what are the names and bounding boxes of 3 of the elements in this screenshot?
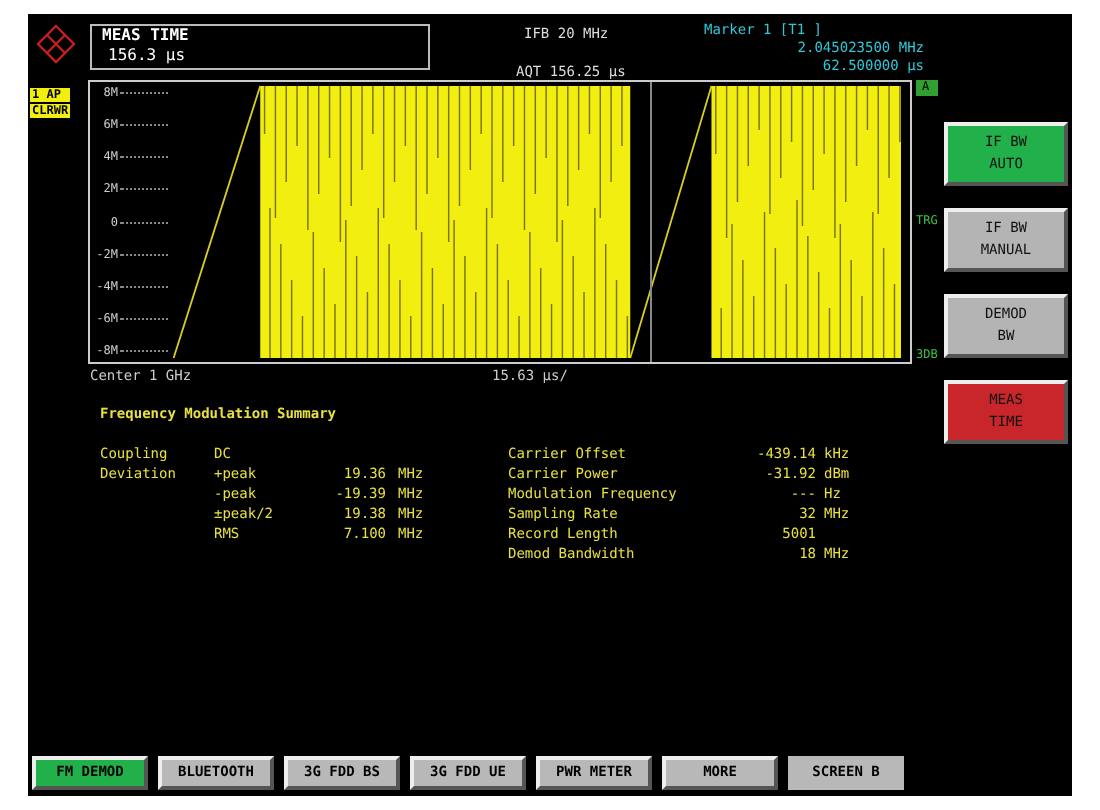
box-title: MEAS TIME xyxy=(102,26,191,46)
box-value: 156.3 µs xyxy=(106,46,188,66)
logo-icon xyxy=(36,24,76,64)
